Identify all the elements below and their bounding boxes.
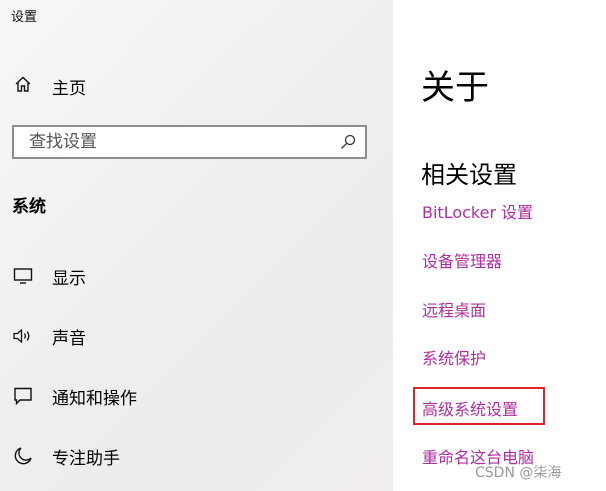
bitlocker-settings-link[interactable]: BitLocker 设置 <box>422 199 533 223</box>
sidebar-item-notifications[interactable]: 通知和操作 <box>12 383 372 409</box>
settings-sidebar: 设置 主页 系统 显示 <box>0 0 393 491</box>
sidebar-item-label: 通知和操作 <box>52 388 137 409</box>
main-content: 关于 相关设置 BitLocker 设置 设备管理器 远程桌面 系统保护 高级系… <box>393 0 606 491</box>
window-title: 设置 <box>11 10 38 25</box>
sidebar-item-display[interactable]: 显示 <box>12 263 372 289</box>
device-manager-link[interactable]: 设备管理器 <box>422 248 502 272</box>
moon-icon <box>12 445 34 467</box>
sidebar-item-home-label: 主页 <box>52 78 86 99</box>
home-icon <box>14 75 32 97</box>
sidebar-item-sound[interactable]: 声音 <box>12 323 372 349</box>
sidebar-item-home[interactable]: 主页 <box>14 74 86 99</box>
section-heading-system: 系统 <box>12 197 46 217</box>
highlight-box <box>413 387 545 425</box>
remote-desktop-link[interactable]: 远程桌面 <box>422 297 486 321</box>
search-input[interactable] <box>14 127 334 157</box>
sidebar-item-focus-assist[interactable]: 专注助手 <box>12 443 372 469</box>
sidebar-item-label: 显示 <box>52 268 86 289</box>
notification-icon <box>12 385 34 407</box>
monitor-icon <box>12 265 34 287</box>
sidebar-item-label: 专注助手 <box>52 448 120 469</box>
search-box <box>12 125 367 159</box>
sidebar-item-label: 声音 <box>52 328 86 349</box>
watermark: CSDN @柒海 <box>475 465 562 481</box>
search-icon[interactable] <box>340 134 356 150</box>
page-title: 关于 <box>421 68 489 108</box>
related-settings-heading: 相关设置 <box>421 161 517 189</box>
speaker-icon <box>12 325 34 347</box>
system-protection-link[interactable]: 系统保护 <box>422 345 486 369</box>
